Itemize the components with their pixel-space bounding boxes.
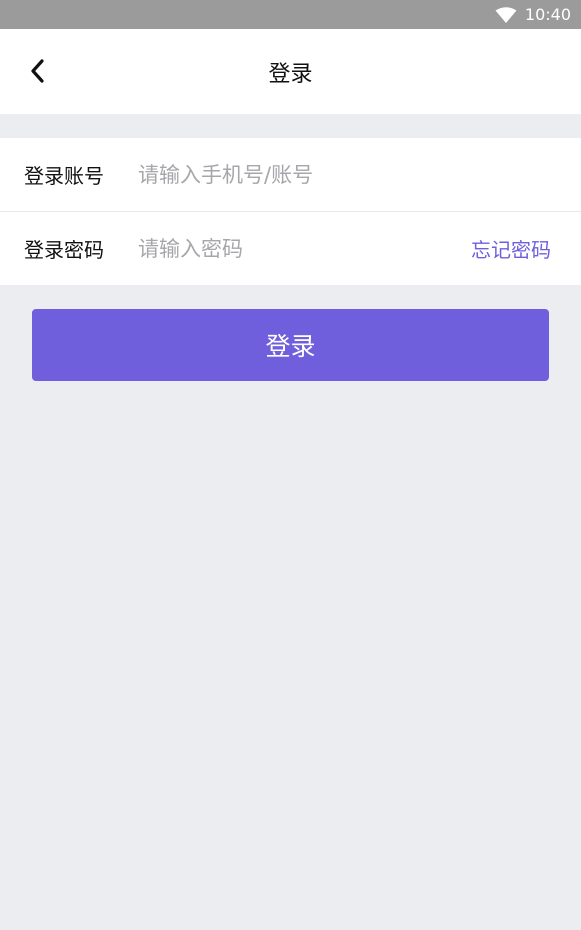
status-time: 10:40 [524,5,571,24]
nav-bar: 登录 [0,29,581,114]
back-button[interactable] [22,55,54,87]
account-input[interactable] [138,154,557,195]
password-label: 登录密码 [24,238,104,262]
chevron-left-icon [31,59,44,83]
password-input[interactable] [138,228,451,269]
status-bar: 10:40 [0,0,581,29]
status-right: 10:40 [495,0,571,29]
account-label: 登录账号 [24,164,104,188]
password-row: 登录密码 忘记密码 [0,211,581,285]
login-button[interactable]: 登录 [32,309,549,381]
account-row: 登录账号 [0,138,581,211]
page-title: 登录 [268,61,313,87]
wifi-icon [495,6,517,23]
login-form: 登录账号 登录密码 忘记密码 [0,138,581,285]
forgot-password-link[interactable]: 忘记密码 [471,234,551,263]
